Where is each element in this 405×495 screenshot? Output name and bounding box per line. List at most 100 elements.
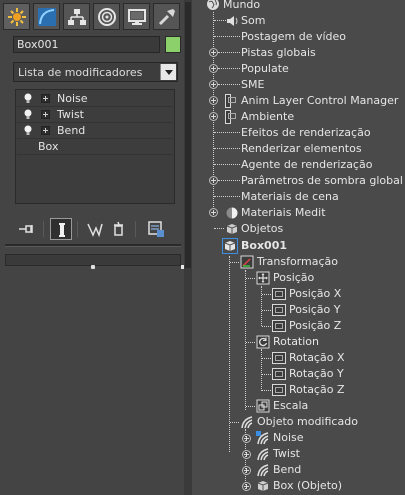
float-controller-icon: [272, 304, 286, 316]
expand-icon[interactable]: [209, 176, 218, 185]
stack-item-box[interactable]: Box: [17, 139, 173, 155]
globe-icon: [207, 0, 219, 10]
track-view-tree: Mundo Som Postagem de vídeo Pistas globa…: [192, 0, 405, 495]
lightbulb-icon[interactable]: [23, 109, 33, 120]
expand-icon[interactable]: [209, 48, 218, 57]
panel-divider: [5, 244, 181, 247]
tree-connector: [261, 349, 262, 391]
track-icon: [225, 94, 236, 108]
lightbulb-icon[interactable]: [23, 125, 33, 136]
stack-item-twist[interactable]: Twist: [17, 107, 173, 123]
stack-item-noise[interactable]: Noise: [17, 91, 173, 107]
show-end-result-button[interactable]: [50, 218, 72, 240]
expand-icon[interactable]: [41, 126, 50, 135]
tree-connector: [245, 270, 246, 410]
tree-connector: [230, 422, 239, 423]
tree-connector: [214, 228, 224, 229]
tree-connector: [262, 358, 271, 359]
tree-connector: [246, 278, 255, 279]
modifier-icon: [241, 416, 253, 429]
modifier-icon: [257, 448, 269, 461]
transform-icon: [240, 255, 254, 269]
expand-icon[interactable]: [41, 110, 50, 119]
track-icon: [225, 110, 236, 124]
stack-item-label: Twist: [57, 108, 84, 121]
modifier-selected-icon: [256, 431, 269, 445]
expand-icon[interactable]: [242, 466, 251, 475]
tree-connector: [214, 132, 240, 133]
expand-icon[interactable]: [209, 208, 218, 217]
pin-stack-icon: [19, 225, 33, 233]
tree-connector: [218, 52, 240, 53]
scroll-end-marker: [181, 265, 184, 269]
tree-connector: [246, 342, 255, 343]
modifier-stack: Noise Twist Bend Box: [15, 89, 175, 204]
modifier-list-dropdown[interactable]: Lista de modificadores: [13, 62, 178, 82]
move-icon: [256, 271, 270, 285]
tree-connector: [262, 294, 271, 295]
expand-icon[interactable]: [242, 450, 251, 459]
modify-icon: [38, 8, 56, 26]
tree-connector: [262, 310, 271, 311]
tab-create[interactable]: [3, 3, 30, 30]
toolbar-divider: [43, 221, 44, 237]
tree-connector: [230, 262, 239, 263]
tree-connector: [214, 196, 240, 197]
tab-hierarchy[interactable]: [63, 3, 90, 30]
tree-connector: [214, 20, 226, 21]
float-controller-icon: [272, 352, 286, 364]
float-controller-icon: [272, 368, 286, 380]
tree-connector: [262, 390, 271, 391]
object-color-swatch[interactable]: [165, 36, 181, 53]
expand-icon[interactable]: [242, 434, 251, 443]
box-object-icon: [257, 481, 269, 491]
expand-icon[interactable]: [209, 80, 218, 89]
stack-item-bend[interactable]: Bend: [17, 123, 173, 139]
make-unique-button[interactable]: [84, 218, 106, 240]
tree-connector: [218, 68, 240, 69]
tree-connector: [246, 406, 255, 407]
material-sphere-icon: [226, 207, 238, 219]
pin-stack-button[interactable]: [15, 218, 37, 240]
hierarchy-icon: [68, 9, 86, 25]
box-object-icon: [224, 241, 236, 251]
scale-icon: [256, 399, 270, 413]
chevron-down-icon[interactable]: [160, 64, 176, 80]
float-controller-icon: [272, 384, 286, 396]
rotate-icon: [256, 335, 270, 349]
float-controller-icon: [272, 320, 286, 332]
tree-connector: [261, 286, 262, 326]
stack-item-label: Bend: [57, 124, 86, 137]
tab-modify[interactable]: [33, 3, 60, 30]
configure-modifier-sets-button[interactable]: [145, 218, 167, 240]
expand-icon[interactable]: [242, 482, 251, 491]
expand-icon[interactable]: [209, 96, 218, 105]
tree-connector: [262, 326, 271, 327]
lightbulb-icon[interactable]: [23, 93, 33, 104]
modifier-list-label: Lista de modificadores: [18, 66, 143, 79]
object-name-field[interactable]: Box001: [13, 36, 160, 53]
configure-modifier-sets-icon: [148, 221, 164, 237]
tab-utilities[interactable]: [153, 3, 180, 30]
toolbar-divider: [135, 221, 136, 237]
stack-item-label: Noise: [57, 92, 88, 105]
tree-connector: [214, 164, 240, 165]
command-panel-tabs: [3, 3, 183, 31]
tree-connector: [214, 36, 240, 37]
resize-handle[interactable]: [91, 265, 95, 269]
tab-motion[interactable]: [93, 3, 120, 30]
make-unique-icon: [87, 223, 103, 238]
show-end-result-icon: [59, 223, 65, 237]
tree-connector: [218, 180, 240, 181]
modifier-icon: [257, 464, 269, 477]
expand-icon[interactable]: [41, 94, 50, 103]
command-panel: Box001 Lista de modificadores Noise Twis…: [0, 0, 184, 495]
speaker-icon: [227, 16, 238, 26]
expand-icon[interactable]: [209, 64, 218, 73]
tab-display[interactable]: [123, 3, 150, 30]
expand-icon[interactable]: [209, 112, 218, 121]
float-controller-icon: [272, 288, 286, 300]
panel-scroll-thumb[interactable]: [185, 2, 191, 268]
motion-icon: [98, 8, 116, 26]
remove-modifier-button[interactable]: [108, 218, 130, 240]
